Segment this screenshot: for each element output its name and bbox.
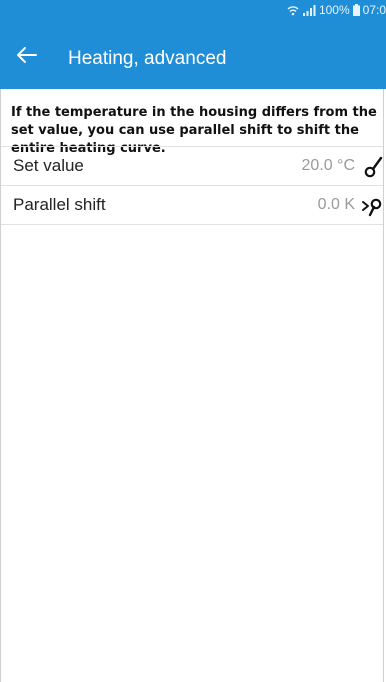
edit-icon[interactable]: [361, 156, 384, 178]
toolbar: Heating, advanced: [0, 20, 386, 89]
description-line: If the temperature in the housing differ…: [11, 105, 377, 120]
wifi-icon: [287, 5, 299, 15]
setting-label: Set value: [13, 156, 84, 175]
edit-icon[interactable]: [361, 195, 384, 217]
status-bar: 100% 07:0: [287, 0, 386, 20]
content-panel: If the temperature in the housing differ…: [0, 89, 384, 682]
setting-row-set-value[interactable]: Set value 20.0 °C: [1, 146, 384, 185]
clock: 07:0: [362, 3, 386, 17]
app-bar: 100% 07:0 Heating, advanced: [0, 0, 386, 89]
setting-value: 20.0 °C: [301, 157, 355, 174]
back-arrow-icon[interactable]: [16, 46, 38, 64]
description-line: set value, you can use parallel shift to…: [11, 123, 359, 138]
page-title: Heating, advanced: [68, 48, 227, 69]
battery-percent: 100%: [318, 3, 350, 17]
signal-icon: [302, 4, 316, 16]
setting-value: 0.0 K: [317, 196, 355, 213]
setting-label: Parallel shift: [13, 195, 106, 214]
setting-row-parallel-shift[interactable]: Parallel shift 0.0 K: [1, 185, 384, 225]
battery-icon: [352, 4, 360, 16]
